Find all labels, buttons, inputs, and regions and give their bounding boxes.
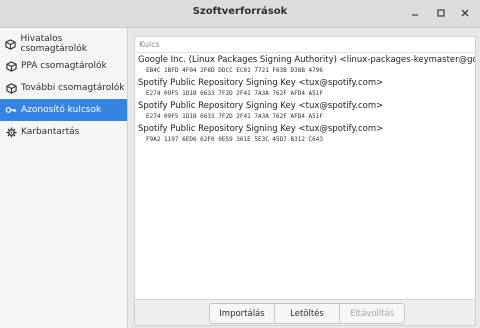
- package-icon: [5, 60, 17, 72]
- sidebar-item-label: Karbantartás: [21, 127, 80, 137]
- sidebar-item-official-repos[interactable]: Hivatalos csomagtárolók: [0, 33, 127, 55]
- key-fingerprint: E274 09F5 1D1B 6633 7F2D 2F41 7A3A 762F …: [146, 113, 324, 120]
- key-icon: [5, 104, 17, 116]
- button-bar: Importálás Letöltés Eltávolítás: [135, 299, 475, 325]
- keys-panel: Kulcs Google Inc. (Linux Packages Signin…: [134, 36, 476, 326]
- download-button[interactable]: Letöltés: [275, 304, 340, 323]
- package-icon: [5, 38, 17, 50]
- list-item[interactable]: Spotify Public Repository Signing Key <t…: [135, 77, 475, 98]
- column-header-key[interactable]: Kulcs: [135, 37, 475, 53]
- keys-list: Google Inc. (Linux Packages Signing Auth…: [135, 54, 475, 144]
- button-group: Importálás Letöltés Eltávolítás: [209, 303, 405, 324]
- maximize-icon[interactable]: [434, 6, 448, 20]
- list-item[interactable]: Spotify Public Repository Signing Key <t…: [135, 123, 475, 144]
- list-item[interactable]: Google Inc. (Linux Packages Signing Auth…: [135, 54, 475, 75]
- minimize-icon[interactable]: [408, 6, 422, 20]
- sidebar-item-maintenance[interactable]: Karbantartás: [0, 121, 127, 143]
- gear-icon: [5, 126, 17, 138]
- sidebar-item-label: Azonosító kulcsok: [21, 105, 102, 115]
- sidebar: Hivatalos csomagtárolók PPA csomagtároló…: [0, 28, 128, 328]
- close-icon[interactable]: [458, 6, 472, 20]
- sidebar-item-ppa-repos[interactable]: PPA csomagtárolók: [0, 55, 127, 77]
- title-bar: Szoftverforrások: [0, 0, 480, 28]
- remove-button[interactable]: Eltávolítás: [340, 304, 404, 323]
- sidebar-item-label: További csomagtárolók: [21, 83, 125, 93]
- sidebar-item-label: Hivatalos csomagtárolók: [20, 34, 87, 54]
- key-name: Google Inc. (Linux Packages Signing Auth…: [138, 55, 475, 65]
- key-fingerprint: E274 09F5 1D1B 6633 7F2D 2F41 7A3A 762F …: [146, 90, 324, 97]
- key-name: Spotify Public Repository Signing Key <t…: [138, 124, 384, 134]
- sidebar-item-auth-keys[interactable]: Azonosító kulcsok: [0, 99, 127, 121]
- list-item[interactable]: Spotify Public Repository Signing Key <t…: [135, 100, 475, 121]
- import-button[interactable]: Importálás: [210, 304, 275, 323]
- sidebar-item-additional-repos[interactable]: További csomagtárolók: [0, 77, 127, 99]
- key-name: Spotify Public Repository Signing Key <t…: [138, 78, 384, 88]
- key-name: Spotify Public Repository Signing Key <t…: [138, 101, 384, 111]
- main-content: Kulcs Google Inc. (Linux Packages Signin…: [128, 28, 480, 328]
- key-fingerprint: F9A2 1197 6ED6 62F0 0E59 361E 5E3C 45D7 …: [146, 136, 324, 143]
- package-icon: [5, 82, 17, 94]
- key-fingerprint: EB4C 1BFD 4F04 2F6D DDCC EC91 7721 F63B …: [146, 67, 324, 74]
- sidebar-item-label: PPA csomagtárolók: [21, 61, 107, 71]
